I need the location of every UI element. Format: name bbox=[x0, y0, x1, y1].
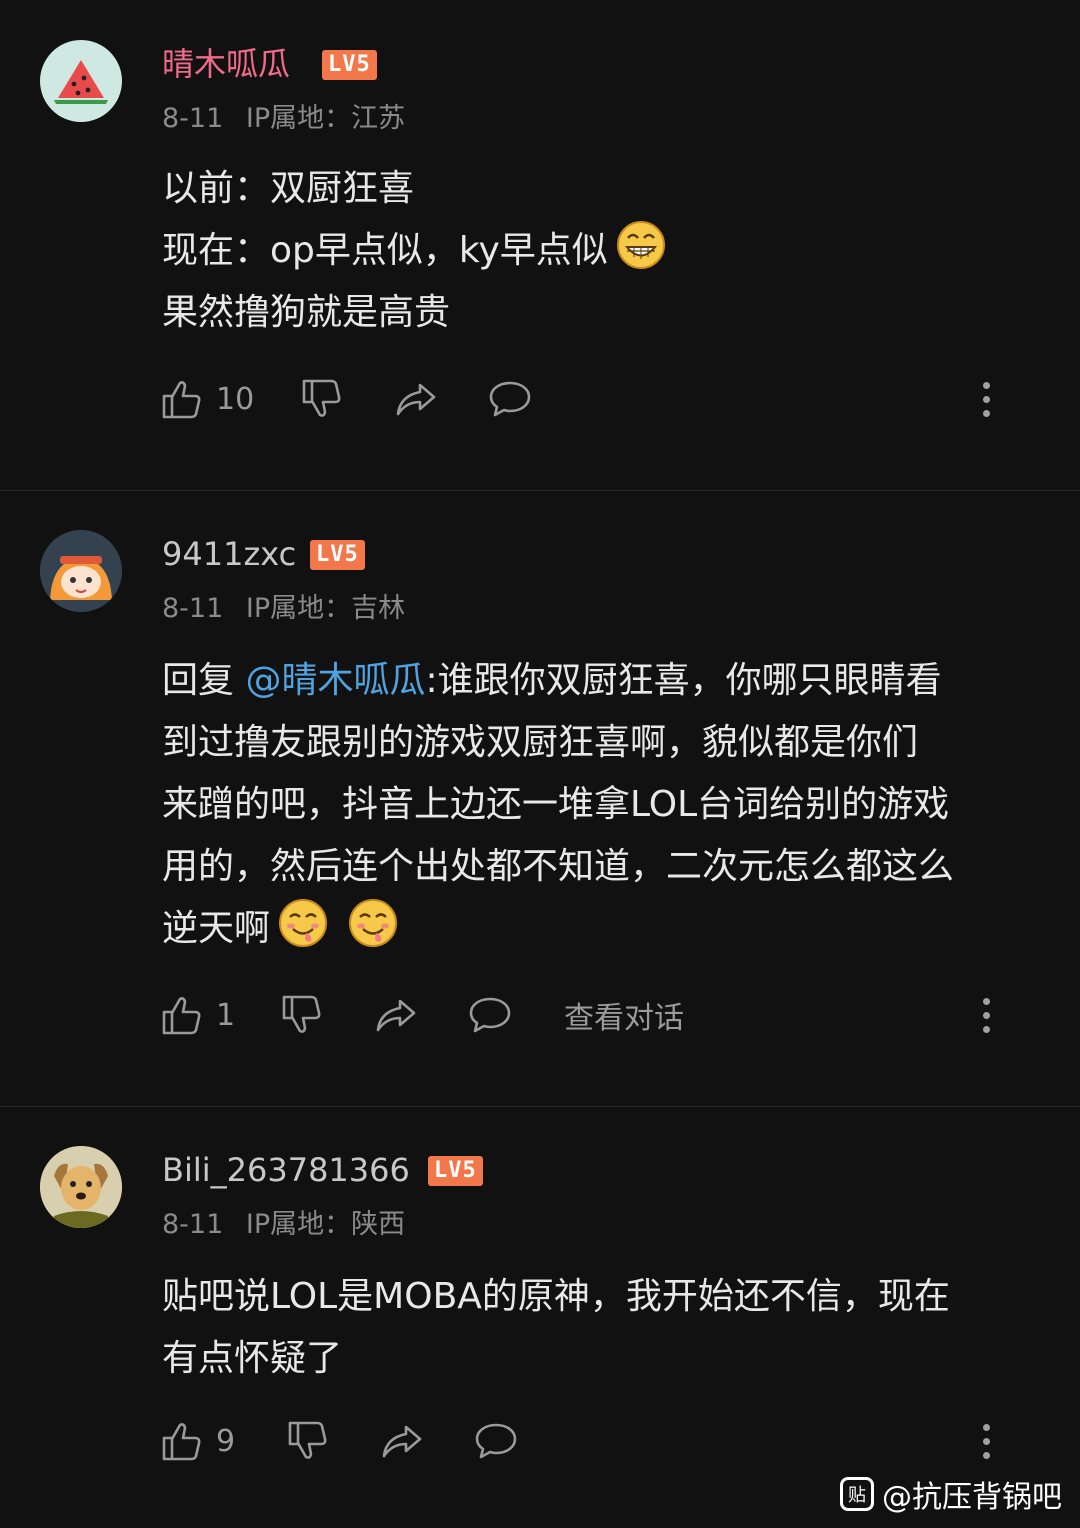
dislike-button[interactable] bbox=[286, 1416, 330, 1466]
comment-bubble-icon bbox=[489, 381, 531, 417]
comment-line: 到过撸友跟别的游戏双厨狂喜啊，貌似都是你们 bbox=[162, 722, 919, 763]
comment-bubble-icon bbox=[475, 1423, 517, 1459]
watermark: 贴 @抗压背锅吧 bbox=[840, 1472, 1062, 1516]
comment-line: 贴吧说LOL是MOBA的原神，我开始还不信，现在 bbox=[162, 1276, 950, 1317]
like-count: 9 bbox=[216, 1423, 236, 1459]
reply-button[interactable] bbox=[488, 374, 532, 424]
avatar-dog[interactable] bbox=[40, 1146, 122, 1228]
comment-date: 8-11 bbox=[162, 593, 224, 624]
reply-line: 回复 @晴木呱瓜:谁跟你双厨狂喜，你哪只眼睛看 bbox=[162, 650, 1052, 712]
comment-meta: 8-11 IP属地：吉林 bbox=[162, 592, 405, 626]
comment-date: 8-11 bbox=[162, 103, 224, 134]
dislike-button[interactable] bbox=[280, 990, 324, 1040]
share-icon bbox=[396, 383, 436, 416]
share-icon bbox=[376, 999, 416, 1032]
comment-date: 8-11 bbox=[162, 1209, 224, 1240]
drooling-emoji-icon bbox=[279, 899, 328, 947]
comment-line-with-emoji: 现在：op早点似，ky早点似 bbox=[162, 220, 1052, 282]
like-button[interactable]: 9 bbox=[160, 1416, 235, 1466]
ip-label: IP属地： bbox=[245, 593, 352, 624]
like-button[interactable]: 10 bbox=[160, 374, 254, 424]
reply-button[interactable] bbox=[474, 1416, 518, 1466]
share-button[interactable] bbox=[380, 1416, 424, 1466]
comment-body: 回复 @晴木呱瓜:谁跟你双厨狂喜，你哪只眼睛看 到过撸友跟别的游戏双厨狂喜啊，貌… bbox=[162, 650, 1052, 960]
level-badge: LV5 bbox=[428, 1156, 483, 1186]
comment-line-text: :谁跟你双厨狂喜，你哪只眼睛看 bbox=[425, 660, 942, 701]
mention-link[interactable]: @晴木呱瓜 bbox=[245, 660, 425, 701]
comment-3: Bili_263781366 LV5 8-11 IP属地：陕西 贴吧说LOL是M… bbox=[0, 1106, 1080, 1528]
share-button[interactable] bbox=[374, 990, 418, 1040]
thumbs-up-icon bbox=[162, 997, 201, 1035]
level-badge: LV5 bbox=[310, 540, 365, 570]
comment-meta: 8-11 IP属地：陕西 bbox=[162, 1208, 405, 1242]
comment-body: 以前：双厨狂喜 现在：op早点似，ky早点似 果然撸狗就是高贵 bbox=[162, 158, 1052, 344]
thumbs-down-icon bbox=[282, 995, 321, 1033]
ip-label: IP属地： bbox=[245, 103, 352, 134]
comment-line-with-emoji: 逆天啊 bbox=[162, 898, 1052, 960]
thumbs-down-icon bbox=[302, 379, 341, 417]
like-button[interactable]: 1 bbox=[160, 990, 235, 1040]
comment-actions: 9 bbox=[0, 1416, 1080, 1466]
reply-button[interactable] bbox=[468, 990, 512, 1040]
ip-label: IP属地： bbox=[245, 1209, 352, 1240]
like-count: 10 bbox=[216, 381, 255, 417]
comment-line: 以前：双厨狂喜 bbox=[162, 168, 415, 209]
comment-body: 贴吧说LOL是MOBA的原神，我开始还不信，现在 有点怀疑了 bbox=[162, 1266, 1052, 1390]
thumbs-up-icon bbox=[162, 1423, 201, 1461]
drooling-emoji-icon bbox=[349, 899, 398, 947]
username[interactable]: 晴木呱瓜 bbox=[162, 44, 290, 84]
watermark-text: @抗压背锅吧 bbox=[882, 1480, 1062, 1515]
anime-girl-avatar-icon bbox=[40, 530, 122, 612]
username[interactable]: 9411zxc bbox=[162, 534, 296, 574]
comment-line: 果然撸狗就是高贵 bbox=[162, 292, 451, 333]
comment-meta: 8-11 IP属地：江苏 bbox=[162, 102, 405, 136]
grinning-emoji-icon bbox=[616, 221, 665, 269]
share-button[interactable] bbox=[394, 374, 438, 424]
tieba-logo-icon: 贴 bbox=[840, 1477, 874, 1511]
comment-line: 来蹭的吧，抖音上边还一堆拿LOL台词给别的游戏 bbox=[162, 784, 950, 825]
thumbs-up-icon bbox=[162, 381, 201, 419]
dislike-button[interactable] bbox=[300, 374, 344, 424]
more-options-button[interactable] bbox=[976, 1416, 996, 1466]
view-conversation-button[interactable]: 查看对话 bbox=[564, 990, 684, 1040]
ip-location: 陕西 bbox=[351, 1209, 406, 1240]
comment-line: 有点怀疑了 bbox=[162, 1338, 343, 1379]
comment-1: 晴木呱瓜 LV5 8-11 IP属地：江苏 以前：双厨狂喜 现在：op早点似，k… bbox=[0, 0, 1080, 490]
comment-actions: 10 bbox=[0, 374, 1080, 424]
like-count: 1 bbox=[216, 997, 236, 1033]
more-options-button[interactable] bbox=[976, 990, 996, 1040]
comment-line-text: 逆天啊 bbox=[162, 908, 271, 949]
dog-avatar-icon bbox=[40, 1146, 122, 1228]
comment-bubble-icon bbox=[469, 997, 511, 1033]
avatar-anime-girl[interactable] bbox=[40, 530, 122, 612]
ip-location: 江苏 bbox=[351, 103, 406, 134]
ip-location: 吉林 bbox=[351, 593, 406, 624]
view-conversation-label: 查看对话 bbox=[564, 1001, 684, 1036]
more-options-button[interactable] bbox=[976, 374, 996, 424]
level-badge: LV5 bbox=[322, 50, 377, 80]
comment-2: 9411zxc LV5 8-11 IP属地：吉林 回复 @晴木呱瓜:谁跟你双厨狂… bbox=[0, 490, 1080, 1106]
username[interactable]: Bili_263781366 bbox=[162, 1150, 410, 1190]
avatar-watermelon[interactable] bbox=[40, 40, 122, 122]
comment-line-text: 现在：op早点似，ky早点似 bbox=[162, 230, 608, 271]
comment-line: 用的，然后连个出处都不知道，二次元怎么都这么 bbox=[162, 846, 955, 887]
thumbs-down-icon bbox=[288, 1421, 327, 1459]
comment-actions: 1 查看对话 bbox=[0, 990, 1080, 1040]
reply-prefix: 回复 bbox=[162, 660, 246, 701]
watermelon-icon bbox=[54, 60, 108, 104]
share-icon bbox=[382, 1425, 422, 1458]
